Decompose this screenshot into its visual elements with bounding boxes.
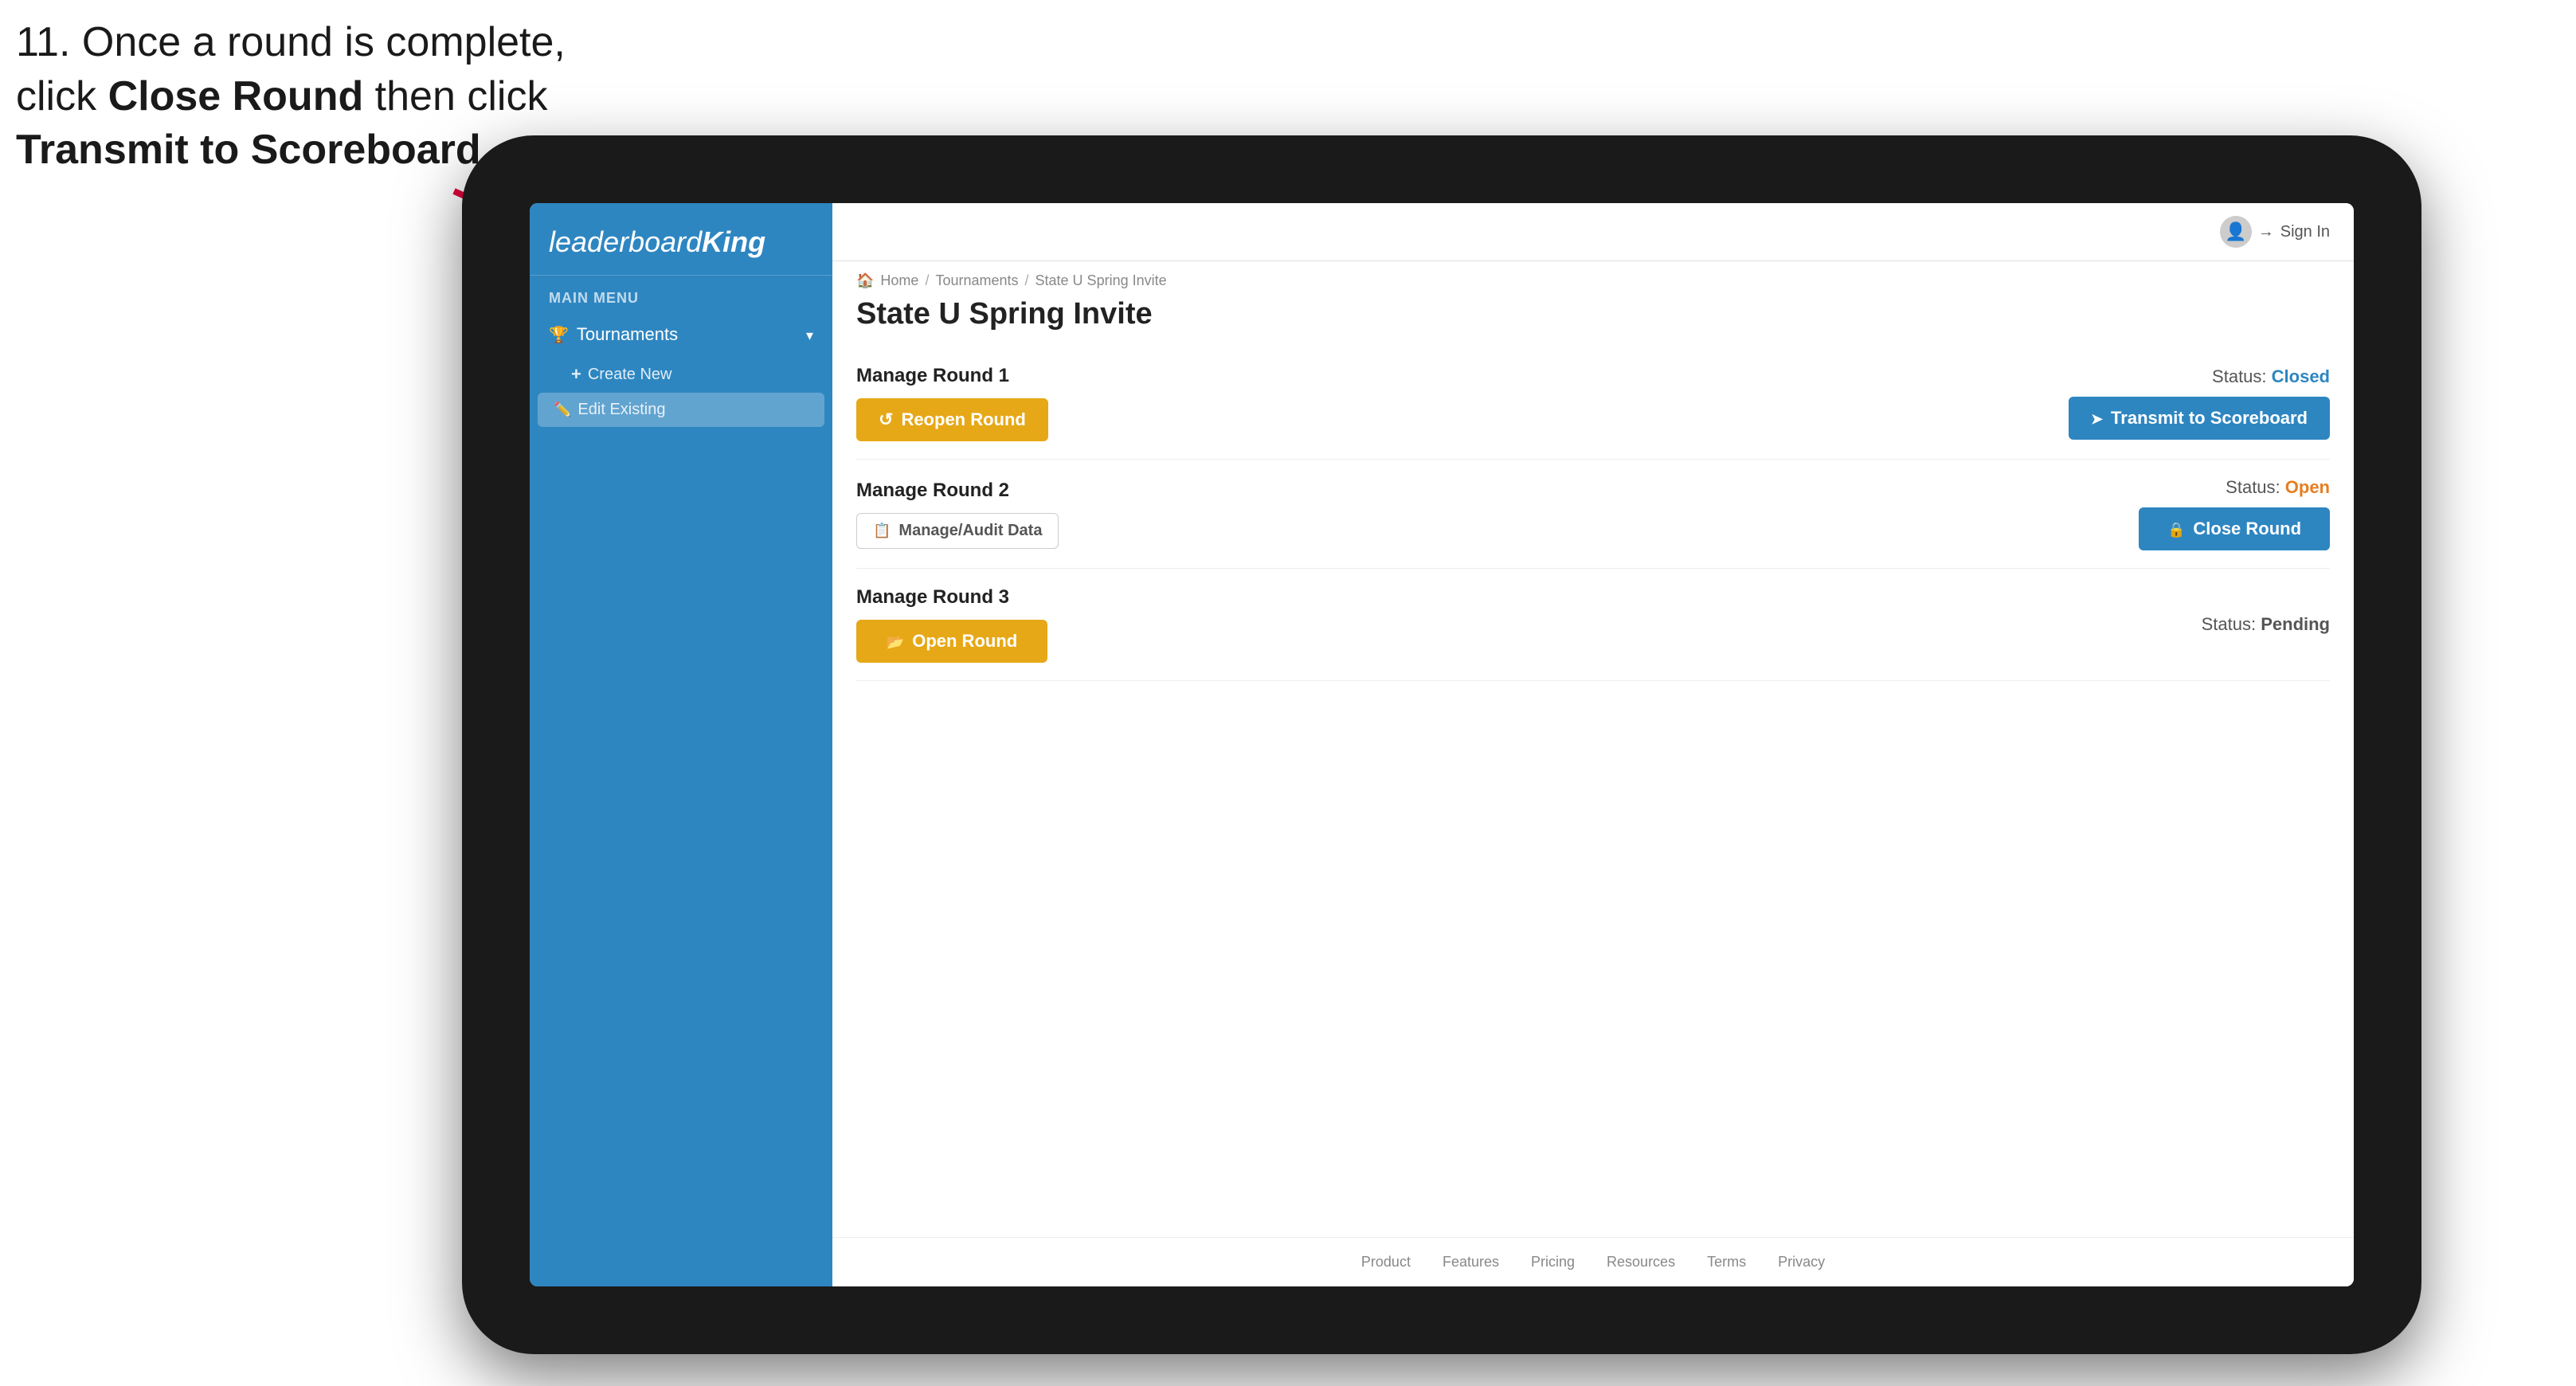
breadcrumb-tournaments[interactable]: Tournaments <box>935 272 1018 289</box>
open-round-label: Open Round <box>912 631 1017 652</box>
transmit-to-scoreboard-button[interactable]: Transmit to Scoreboard <box>2069 397 2330 440</box>
round-2-title: Manage Round 2 <box>856 480 1059 502</box>
app-layout: leaderboardKing MAIN MENU Tournaments Cr… <box>530 203 2354 1286</box>
user-icon: 👤 <box>2225 221 2246 242</box>
round-3-status: Status: Pending <box>2202 614 2330 635</box>
sign-in-button[interactable]: 👤 → Sign In <box>2220 216 2330 248</box>
home-icon: 🏠 <box>856 272 874 289</box>
breadcrumb-current: State U Spring Invite <box>1035 272 1167 289</box>
round-3-title: Manage Round 3 <box>856 586 1047 609</box>
reopen-round-button[interactable]: Reopen Round <box>856 398 1048 441</box>
sidebar-item-edit-existing[interactable]: Edit Existing <box>538 393 824 427</box>
round-2-status: Status: Open <box>2226 477 2330 498</box>
transmit-icon <box>2091 408 2103 429</box>
round-3-status-value: Pending <box>2261 614 2330 634</box>
avatar: 👤 <box>2220 216 2252 248</box>
close-round-label: Close Round <box>2193 519 2301 539</box>
tablet-device: leaderboardKing MAIN MENU Tournaments Cr… <box>462 135 2421 1354</box>
instruction-line2: click Close Round then click <box>16 70 566 124</box>
instruction-text: 11. Once a round is complete, click Clos… <box>16 16 566 178</box>
tournaments-label: Tournaments <box>577 324 678 345</box>
main-content: 👤 → Sign In 🏠 Home / Tournaments / State… <box>832 203 2354 1286</box>
plus-icon <box>571 364 581 385</box>
instruction-line1: 11. Once a round is complete, <box>16 16 566 70</box>
footer-link-pricing[interactable]: Pricing <box>1531 1254 1575 1270</box>
round-1-status: Status: Closed <box>2212 366 2330 387</box>
logo: leaderboardKing <box>549 225 813 259</box>
round-2-status-value: Open <box>2285 477 2330 497</box>
round-1-section: Manage Round 1 Reopen Round Status: Clos… <box>856 347 2330 460</box>
sidebar: leaderboardKing MAIN MENU Tournaments Cr… <box>530 203 832 1286</box>
sign-in-label: Sign In <box>2280 223 2330 241</box>
breadcrumb: 🏠 Home / Tournaments / State U Spring In… <box>832 261 2354 289</box>
open-round-button[interactable]: Open Round <box>856 620 1047 663</box>
footer: Product Features Pricing Resources Terms… <box>832 1237 2354 1286</box>
footer-link-product[interactable]: Product <box>1361 1254 1411 1270</box>
sign-in-icon: → <box>2258 223 2274 241</box>
footer-link-privacy[interactable]: Privacy <box>1778 1254 1825 1270</box>
content-body: Manage Round 1 Reopen Round Status: Clos… <box>832 347 2354 1237</box>
footer-link-features[interactable]: Features <box>1443 1254 1499 1270</box>
reopen-icon <box>879 409 893 430</box>
main-menu-label: MAIN MENU <box>530 276 832 313</box>
top-nav: 👤 → Sign In <box>832 203 2354 261</box>
chevron-down-icon <box>806 324 813 345</box>
manage-audit-data-button[interactable]: Manage/Audit Data <box>856 513 1059 549</box>
footer-link-resources[interactable]: Resources <box>1607 1254 1675 1270</box>
round-1-title: Manage Round 1 <box>856 365 1048 387</box>
breadcrumb-home[interactable]: Home <box>880 272 918 289</box>
tablet-screen: leaderboardKing MAIN MENU Tournaments Cr… <box>530 203 2354 1286</box>
trophy-icon <box>549 324 569 345</box>
footer-link-terms[interactable]: Terms <box>1707 1254 1746 1270</box>
manage-icon <box>873 522 891 540</box>
edit-existing-label: Edit Existing <box>577 401 665 419</box>
page-title: State U Spring Invite <box>832 289 2354 347</box>
open-icon <box>887 631 904 652</box>
reopen-round-label: Reopen Round <box>901 409 1025 430</box>
close-round-button[interactable]: Close Round <box>2139 507 2330 550</box>
close-icon <box>2167 519 2185 539</box>
sidebar-item-tournaments[interactable]: Tournaments <box>530 313 832 356</box>
round-3-section: Manage Round 3 Open Round Status: Pendin… <box>856 569 2330 681</box>
edit-icon <box>554 401 571 419</box>
manage-audit-label: Manage/Audit Data <box>898 522 1042 540</box>
create-new-label: Create New <box>588 366 672 384</box>
round-2-section: Manage Round 2 Manage/Audit Data Status:… <box>856 460 2330 569</box>
sidebar-item-create-new[interactable]: Create New <box>530 356 832 393</box>
round-1-status-value: Closed <box>2272 366 2330 386</box>
sidebar-logo: leaderboardKing <box>530 203 832 276</box>
transmit-label: Transmit to Scoreboard <box>2111 408 2308 429</box>
